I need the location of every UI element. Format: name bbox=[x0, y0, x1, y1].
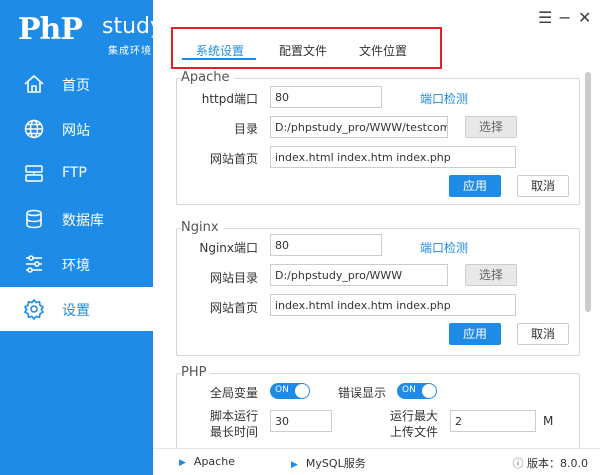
ftp-icon bbox=[23, 163, 45, 185]
gear-icon bbox=[23, 298, 45, 321]
error-display-toggle[interactable]: ON bbox=[397, 383, 437, 399]
nginx-cancel-button[interactable]: 取消 bbox=[517, 323, 569, 345]
php-section-title: PHP bbox=[181, 365, 211, 380]
close-button[interactable]: ✕ bbox=[578, 8, 591, 27]
sliders-icon bbox=[23, 253, 45, 275]
sidebar-item-ftp[interactable]: FTP bbox=[0, 152, 153, 196]
logo-study: study bbox=[102, 14, 164, 39]
toggle-knob bbox=[295, 384, 309, 398]
apache-dir-label: 目录 bbox=[233, 122, 258, 136]
upload-unit: M bbox=[543, 414, 554, 428]
nginx-index-label: 网站首页 bbox=[209, 301, 258, 315]
global-vars-label: 全局变量 bbox=[209, 386, 258, 400]
status-bar: ▶ Apache ▶ MySQL服务 ⓘ 版本：8.0.0 bbox=[153, 448, 600, 475]
play-icon: ▶ bbox=[179, 458, 186, 468]
max-exec-label-line1: 脚本运行 bbox=[209, 409, 258, 423]
database-icon bbox=[23, 208, 45, 230]
nginx-dir-input[interactable]: D:/phpstudy_pro/WWW bbox=[270, 264, 448, 286]
sidebar-item-label: 首页 bbox=[62, 78, 90, 94]
sidebar-item-environment[interactable]: 环境 bbox=[0, 242, 153, 286]
upload-label-line1: 运行最大 bbox=[389, 409, 438, 423]
max-exec-time-input[interactable]: 30 bbox=[270, 410, 332, 432]
version-value: 8.0.0 bbox=[560, 457, 588, 470]
max-upload-input[interactable]: 2 bbox=[450, 410, 536, 432]
error-display-label: 错误显示 bbox=[337, 386, 386, 400]
nginx-dir-label: 网站目录 bbox=[209, 271, 258, 285]
apache-index-label: 网站首页 bbox=[209, 152, 258, 166]
sidebar-item-label: 环境 bbox=[62, 258, 90, 274]
global-vars-toggle-text: ON bbox=[275, 385, 289, 395]
nginx-port-input[interactable]: 80 bbox=[270, 234, 382, 256]
sidebar: PhP study 集成环境 首页 网站 FTP 数据库 环境 设置 bbox=[0, 0, 163, 475]
apache-select-button[interactable]: 选择 bbox=[465, 116, 517, 138]
minimize-button[interactable]: − bbox=[558, 8, 571, 27]
sidebar-item-label: FTP bbox=[62, 165, 87, 181]
apache-port-label: httpd端口 bbox=[201, 92, 258, 106]
logo-php: PhP bbox=[18, 12, 83, 47]
mysql-service-label: MySQL服务 bbox=[305, 457, 366, 470]
nginx-port-check-link[interactable]: 端口检测 bbox=[420, 239, 468, 256]
sidebar-item-settings[interactable]: 设置 bbox=[0, 287, 153, 331]
apache-port-input[interactable]: 80 bbox=[270, 86, 382, 108]
apache-section-title: Apache bbox=[181, 70, 234, 85]
nginx-apply-button[interactable]: 应用 bbox=[449, 323, 501, 345]
sidebar-item-label: 数据库 bbox=[62, 213, 104, 229]
nginx-select-button[interactable]: 选择 bbox=[465, 264, 517, 286]
scrollbar-thumb[interactable] bbox=[585, 72, 591, 312]
tab-system-settings[interactable]: 系统设置 bbox=[196, 42, 244, 59]
sidebar-item-label: 设置 bbox=[62, 303, 90, 319]
play-icon: ▶ bbox=[291, 460, 298, 470]
apache-port-check-link[interactable]: 端口检测 bbox=[420, 90, 468, 107]
nginx-index-input[interactable]: index.html index.htm index.php bbox=[270, 294, 516, 316]
tab-config-files[interactable]: 配置文件 bbox=[279, 42, 327, 59]
apache-apply-button[interactable]: 应用 bbox=[449, 175, 501, 197]
home-icon bbox=[23, 73, 45, 95]
tab-file-locations[interactable]: 文件位置 bbox=[359, 42, 407, 59]
nginx-section-title: Nginx bbox=[181, 220, 223, 235]
sidebar-item-database[interactable]: 数据库 bbox=[0, 197, 153, 241]
active-tab-indicator bbox=[182, 58, 256, 60]
toggle-knob bbox=[422, 384, 436, 398]
apache-dir-input[interactable]: D:/phpstudy_pro/WWW/testcom bbox=[270, 116, 448, 138]
globe-icon bbox=[23, 118, 45, 140]
max-exec-label-line2: 最长时间 bbox=[209, 425, 258, 439]
apache-service[interactable]: ▶ Apache bbox=[179, 455, 235, 468]
sidebar-item-website[interactable]: 网站 bbox=[0, 107, 153, 151]
version-label: 版本： bbox=[527, 457, 560, 470]
info-icon: ⓘ bbox=[512, 457, 524, 470]
version-info: ⓘ 版本：8.0.0 bbox=[513, 455, 589, 471]
upload-label-line2: 上传文件 bbox=[389, 425, 438, 439]
logo-subtitle: 集成环境 bbox=[108, 46, 152, 57]
menu-icon[interactable]: ☰ bbox=[538, 8, 552, 27]
apache-index-input[interactable]: index.html index.htm index.php bbox=[270, 146, 516, 168]
sidebar-item-home[interactable]: 首页 bbox=[0, 62, 153, 106]
nginx-port-label: Nginx端口 bbox=[199, 241, 258, 255]
sidebar-nav: 首页 网站 FTP 数据库 环境 设置 bbox=[0, 62, 153, 332]
apache-service-label: Apache bbox=[193, 455, 235, 468]
global-vars-toggle[interactable]: ON bbox=[270, 383, 310, 399]
apache-cancel-button[interactable]: 取消 bbox=[517, 175, 569, 197]
mysql-service[interactable]: ▶ MySQL服务 bbox=[291, 455, 366, 471]
sidebar-item-label: 网站 bbox=[62, 123, 90, 139]
error-display-toggle-text: ON bbox=[402, 385, 416, 395]
